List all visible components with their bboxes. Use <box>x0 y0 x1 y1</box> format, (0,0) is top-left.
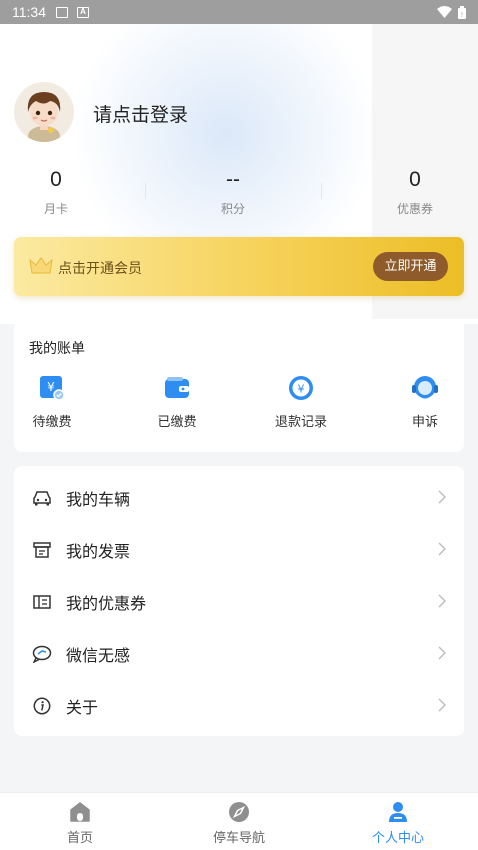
menu-item-my-vehicles[interactable]: 我的车辆 <box>14 472 464 524</box>
battery-icon: ! <box>458 5 466 19</box>
menu-item-label: 我的优惠券 <box>66 594 147 613</box>
stat-label: 优惠券 <box>396 202 433 216</box>
bill-item-pending[interactable]: ¥ 待缴费 <box>12 375 92 430</box>
bill-item-label: 待缴费 <box>32 415 72 430</box>
stat-divider <box>321 183 322 199</box>
invoice-icon <box>33 542 51 558</box>
menu-item-label: 我的车辆 <box>66 490 131 509</box>
tab-profile[interactable]: 个人中心 <box>348 801 448 846</box>
cartoon-avatar <box>27 92 61 142</box>
stat-points[interactable]: -- 积分 <box>188 168 278 217</box>
chevron-right-icon <box>438 698 446 712</box>
status-bar: 11:34 A ! <box>0 0 478 24</box>
menu-item-wechat-noninductive[interactable]: 微信无感 <box>14 628 464 680</box>
crown-icon <box>29 257 53 274</box>
status-time: 11:34 <box>12 4 46 20</box>
car-icon <box>33 491 51 506</box>
home-icon <box>70 802 90 822</box>
menu-item-about[interactable]: 关于 <box>14 680 464 732</box>
membership-text: 点击开通会员 <box>58 261 142 277</box>
svg-text:¥: ¥ <box>47 380 55 394</box>
chevron-right-icon <box>438 542 446 556</box>
menu-item-label: 关于 <box>66 698 99 717</box>
login-prompt[interactable]: 请点击登录 <box>93 100 188 127</box>
bill-item-label: 申诉 <box>411 415 438 430</box>
stat-label: 月卡 <box>43 202 68 216</box>
bill-title: 我的账单 <box>29 341 85 357</box>
chevron-right-icon <box>438 490 446 504</box>
stat-label: 积分 <box>220 202 245 216</box>
coupon-icon <box>33 595 51 609</box>
avatar[interactable] <box>14 82 74 142</box>
tab-home[interactable]: 首页 <box>30 801 130 846</box>
svg-text:¥: ¥ <box>298 383 305 396</box>
bill-item-label: 已缴费 <box>157 415 197 430</box>
stat-value: 0 <box>409 168 421 191</box>
bottom-tab-bar: 首页 停车导航 个人中心 <box>0 792 478 850</box>
bill-item-refund[interactable]: ¥ 退款记录 <box>261 375 341 430</box>
compass-icon <box>229 802 249 822</box>
stat-divider <box>145 183 146 199</box>
stat-value: 0 <box>50 168 62 191</box>
bill-item-appeal[interactable]: 申诉 <box>385 375 465 430</box>
tab-parking-navigation[interactable]: 停车导航 <box>189 801 289 846</box>
tab-label: 停车导航 <box>212 831 265 846</box>
menu-card: 我的车辆 我的发票 我的优惠券 微信无感 关于 <box>14 466 464 736</box>
stat-value: -- <box>226 168 240 191</box>
svg-text:!: ! <box>461 12 463 19</box>
wechat-icon <box>32 645 52 663</box>
menu-item-label: 微信无感 <box>66 646 131 665</box>
tab-label: 个人中心 <box>371 831 424 846</box>
stat-monthly-card[interactable]: 0 月卡 <box>11 168 101 217</box>
refund-icon: ¥ <box>289 376 313 400</box>
a-letter-icon: A <box>77 6 89 18</box>
info-icon <box>33 697 51 715</box>
bill-item-paid[interactable]: 已缴费 <box>137 375 217 430</box>
membership-banner[interactable]: 点击开通会员 立即开通 <box>14 237 464 296</box>
wallet-icon <box>165 377 189 398</box>
chevron-right-icon <box>438 594 446 608</box>
tab-label: 首页 <box>66 831 93 846</box>
customer-service-icon <box>412 376 438 399</box>
person-icon <box>389 802 407 822</box>
bill-card: 我的账单 ¥ 待缴费 已缴费 ¥ 退款记录 申诉 <box>14 319 464 452</box>
stat-coupons[interactable]: 0 优惠券 <box>370 168 460 217</box>
open-membership-button[interactable]: 立即开通 <box>373 252 448 281</box>
wifi-icon <box>437 6 452 18</box>
pending-payment-icon: ¥ <box>40 376 65 401</box>
bill-item-label: 退款记录 <box>274 415 327 430</box>
image-icon <box>56 6 68 18</box>
menu-item-my-coupons[interactable]: 我的优惠券 <box>14 576 464 628</box>
menu-item-my-invoices[interactable]: 我的发票 <box>14 524 464 576</box>
menu-item-label: 我的发票 <box>66 542 131 561</box>
chevron-right-icon <box>438 646 446 660</box>
